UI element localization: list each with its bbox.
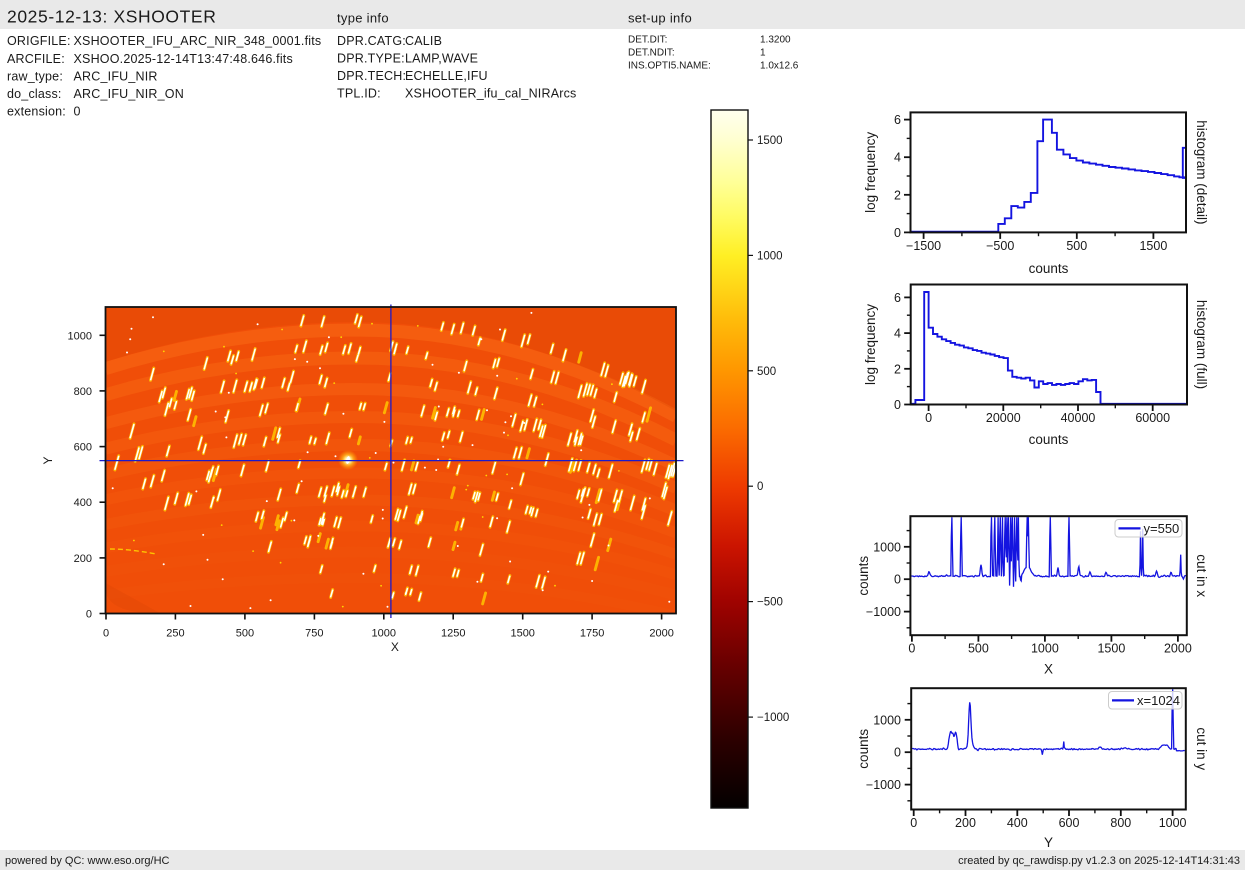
- svg-text:1250: 1250: [441, 628, 465, 640]
- svg-text:DPR.TYPE:: DPR.TYPE:: [337, 51, 405, 65]
- svg-text:X: X: [391, 640, 399, 654]
- svg-text:600: 600: [1059, 816, 1080, 830]
- svg-text:−500: −500: [986, 239, 1014, 253]
- svg-text:INS.OPTI5.NAME:: INS.OPTI5.NAME:: [628, 61, 711, 72]
- svg-text:20000: 20000: [986, 411, 1021, 425]
- svg-text:500: 500: [1066, 239, 1087, 253]
- svg-text:6: 6: [894, 291, 901, 305]
- svg-text:X: X: [1044, 662, 1053, 677]
- svg-text:750: 750: [305, 628, 323, 640]
- svg-text:1000: 1000: [757, 250, 783, 262]
- svg-text:400: 400: [74, 497, 92, 509]
- svg-text:counts: counts: [1029, 432, 1069, 447]
- svg-text:log frequency: log frequency: [863, 304, 878, 385]
- svg-text:XSHOOTER_ifu_cal_NIRArcs: XSHOOTER_ifu_cal_NIRArcs: [405, 87, 577, 101]
- svg-text:DET.NDIT:: DET.NDIT:: [628, 48, 675, 59]
- svg-text:DPR.CATG:: DPR.CATG:: [337, 34, 406, 48]
- svg-text:0: 0: [894, 746, 901, 760]
- svg-text:y=550: y=550: [1144, 521, 1180, 536]
- svg-text:XSHOOTER_IFU_ARC_NIR_348_0001.: XSHOOTER_IFU_ARC_NIR_348_0001.fits: [74, 34, 322, 48]
- svg-text:200: 200: [74, 553, 92, 565]
- svg-text:2000: 2000: [649, 628, 673, 640]
- svg-text:1000: 1000: [68, 330, 92, 342]
- svg-text:histogram (full): histogram (full): [1194, 300, 1209, 389]
- svg-text:600: 600: [74, 442, 92, 454]
- svg-text:0: 0: [103, 628, 109, 640]
- svg-text:DET.DIT:: DET.DIT:: [628, 35, 667, 46]
- svg-text:2: 2: [894, 362, 901, 376]
- svg-text:Y: Y: [41, 456, 55, 464]
- svg-text:counts: counts: [856, 729, 871, 769]
- svg-text:0: 0: [894, 226, 901, 240]
- svg-text:cut in x: cut in x: [1194, 554, 1209, 597]
- svg-text:XSHOO.2025-12-14T13:47:48.646.: XSHOO.2025-12-14T13:47:48.646.fits: [74, 52, 293, 66]
- svg-text:0: 0: [757, 481, 763, 493]
- svg-text:1: 1: [760, 48, 766, 59]
- svg-text:40000: 40000: [1061, 411, 1096, 425]
- svg-text:4: 4: [894, 151, 901, 165]
- svg-text:do_class:: do_class:: [7, 87, 62, 101]
- svg-text:2: 2: [894, 188, 901, 202]
- svg-text:TPL.ID:: TPL.ID:: [337, 87, 381, 101]
- svg-text:1500: 1500: [757, 135, 783, 147]
- svg-text:800: 800: [74, 386, 92, 398]
- svg-text:DPR.TECH:: DPR.TECH:: [337, 69, 406, 83]
- svg-text:1000: 1000: [873, 713, 901, 727]
- svg-text:ARC_IFU_NIR_ON: ARC_IFU_NIR_ON: [74, 87, 184, 101]
- svg-text:1000: 1000: [372, 628, 396, 640]
- svg-text:1.3200: 1.3200: [760, 35, 791, 46]
- svg-text:400: 400: [1007, 816, 1028, 830]
- svg-text:1000: 1000: [873, 540, 901, 554]
- svg-text:0: 0: [894, 573, 901, 587]
- svg-text:0: 0: [925, 411, 932, 425]
- svg-text:1500: 1500: [1097, 642, 1125, 656]
- svg-text:800: 800: [1110, 816, 1131, 830]
- svg-text:powered by QC: www.eso.org/HC: powered by QC: www.eso.org/HC: [5, 855, 170, 867]
- svg-text:ARCFILE:: ARCFILE:: [7, 52, 65, 66]
- svg-text:−1000: −1000: [866, 605, 901, 619]
- svg-text:x=1024: x=1024: [1137, 693, 1180, 708]
- svg-text:1750: 1750: [580, 628, 604, 640]
- svg-text:Y: Y: [1044, 835, 1053, 850]
- svg-text:counts: counts: [856, 556, 871, 596]
- svg-text:log frequency: log frequency: [863, 132, 878, 213]
- svg-text:1500: 1500: [510, 628, 534, 640]
- svg-text:−1000: −1000: [757, 712, 789, 724]
- svg-text:500: 500: [236, 628, 254, 640]
- svg-text:−500: −500: [757, 597, 783, 609]
- svg-text:set-up info: set-up info: [628, 11, 692, 26]
- svg-text:250: 250: [166, 628, 184, 640]
- svg-text:LAMP,WAVE: LAMP,WAVE: [405, 51, 478, 65]
- svg-text:4: 4: [894, 327, 901, 341]
- svg-text:−1000: −1000: [866, 778, 901, 792]
- svg-text:200: 200: [955, 816, 976, 830]
- svg-text:0: 0: [86, 609, 92, 621]
- svg-text:0: 0: [910, 816, 917, 830]
- svg-text:0: 0: [908, 642, 915, 656]
- svg-text:1500: 1500: [1139, 239, 1167, 253]
- svg-text:counts: counts: [1029, 261, 1069, 276]
- svg-text:extension:: extension:: [7, 105, 66, 119]
- svg-text:created by qc_rawdisp.py v1.2.: created by qc_rawdisp.py v1.2.3 on 2025-…: [958, 855, 1240, 867]
- svg-text:1.0x12.6: 1.0x12.6: [760, 61, 799, 72]
- svg-text:60000: 60000: [1135, 411, 1170, 425]
- svg-text:1000: 1000: [1031, 642, 1059, 656]
- svg-text:cut in y: cut in y: [1194, 727, 1209, 770]
- svg-text:ECHELLE,IFU: ECHELLE,IFU: [405, 69, 488, 83]
- svg-text:500: 500: [968, 642, 989, 656]
- svg-text:ARC_IFU_NIR: ARC_IFU_NIR: [74, 69, 158, 83]
- svg-text:ORIGFILE:: ORIGFILE:: [7, 34, 71, 48]
- svg-text:histogram (detail): histogram (detail): [1194, 120, 1209, 224]
- svg-text:−1500: −1500: [906, 239, 941, 253]
- svg-text:0: 0: [894, 398, 901, 412]
- svg-text:500: 500: [757, 366, 776, 378]
- svg-text:type info: type info: [337, 11, 389, 26]
- svg-text:1000: 1000: [1159, 816, 1187, 830]
- svg-text:raw_type:: raw_type:: [7, 69, 63, 83]
- svg-text:0: 0: [74, 105, 81, 119]
- svg-text:CALIB: CALIB: [405, 34, 442, 48]
- svg-text:2025-12-13: XSHOOTER: 2025-12-13: XSHOOTER: [7, 7, 216, 27]
- svg-text:6: 6: [894, 113, 901, 127]
- svg-text:2000: 2000: [1164, 642, 1192, 656]
